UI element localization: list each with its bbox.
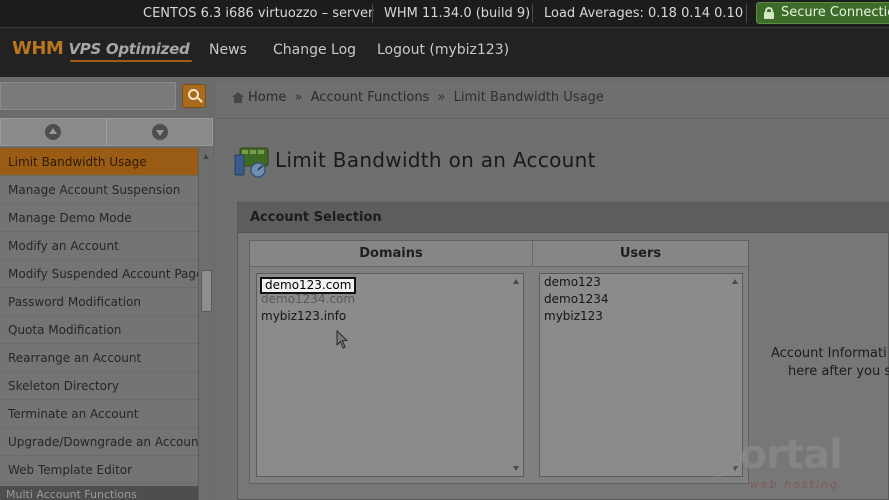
account-information-hint: Account Informati here after you s (771, 345, 889, 381)
account-info-line-1: Account Informati (771, 346, 887, 361)
sidebar-item-password-modification[interactable]: Password Modification (0, 288, 198, 316)
users-column-header: Users (533, 241, 748, 267)
breadcrumb-account-functions[interactable]: Account Functions (311, 90, 430, 105)
account-selection-heading: Account Selection (238, 203, 889, 233)
sidebar-item-terminate-an-account[interactable]: Terminate an Account (0, 400, 198, 428)
sidebar-menu: Limit Bandwidth Usage Manage Account Sus… (0, 148, 198, 500)
logo-whm-text: WHM (12, 38, 64, 59)
breadcrumb-divider (217, 118, 889, 119)
sidebar-item-modify-an-account[interactable]: Modify an Account (0, 232, 198, 260)
domain-option[interactable]: demo1234.com (261, 291, 355, 308)
home-icon[interactable] (232, 92, 244, 103)
domains-listbox[interactable]: demo123.com demo1234.com mybiz123.info (256, 273, 524, 477)
breadcrumb-separator: » (437, 90, 446, 105)
lock-icon (764, 7, 774, 19)
scroll-up-arrow-icon[interactable] (513, 279, 519, 284)
user-option[interactable]: demo1234 (544, 291, 609, 308)
load-averages: Load Averages: 0.18 0.14 0.10 (544, 6, 744, 21)
logo-vps-text: VPS Optimized (68, 40, 190, 58)
bandwidth-icon (234, 147, 269, 178)
user-option[interactable]: demo123 (544, 274, 601, 291)
sidebar-item-limit-bandwidth-usage[interactable]: Limit Bandwidth Usage (0, 148, 198, 176)
domains-scrollbar[interactable] (509, 274, 523, 476)
scroll-up-arrow-icon[interactable] (732, 279, 738, 284)
sidebar-item-manage-demo-mode[interactable]: Manage Demo Mode (0, 204, 198, 232)
whm-version: WHM 11.34.0 (build 9) (384, 6, 531, 21)
server-status-bar: CENTOS 6.3 i686 virtuozzo – server WHM 1… (0, 0, 889, 27)
sidebar-item-modify-suspended-account-page[interactable]: Modify Suspended Account Page (0, 260, 198, 288)
page-title: Limit Bandwidth on an Account (275, 148, 596, 172)
server-info: CENTOS 6.3 i686 virtuozzo – server (143, 6, 374, 21)
scroll-arrow-up-icon[interactable] (203, 154, 209, 159)
scroll-down-arrow-icon[interactable] (513, 466, 519, 471)
breadcrumb-separator: » (294, 90, 303, 105)
sidebar-item-rearrange-an-account[interactable]: Rearrange an Account (0, 344, 198, 372)
top-header: WHM VPS Optimized News Change Log Logout… (0, 27, 889, 77)
sidebar-scroll-controls (0, 118, 213, 146)
status-divider (746, 4, 747, 23)
nav-logout[interactable]: Logout (mybiz123) (377, 28, 509, 76)
sidebar-search (0, 82, 213, 114)
sidebar-item-quota-modification[interactable]: Quota Modification (0, 316, 198, 344)
secure-connection-label: Secure Connection (781, 5, 889, 20)
watermark-sub: web hosting (750, 478, 839, 491)
watermark-brand: portal (712, 432, 843, 478)
sidebar-scroll-thumb[interactable] (201, 270, 212, 312)
breadcrumb: Home » Account Functions » Limit Bandwid… (232, 90, 604, 105)
sidebar-item-manage-account-suspension[interactable]: Manage Account Suspension (0, 176, 198, 204)
sidebar-item-upgrade-downgrade-an-account[interactable]: Upgrade/Downgrade an Account (0, 428, 198, 456)
domains-column-header: Domains (250, 241, 532, 267)
logo-swoosh (70, 60, 192, 62)
status-divider (532, 4, 533, 23)
sidebar-scrollbar[interactable] (198, 148, 213, 500)
status-divider (372, 4, 373, 23)
nav-news[interactable]: News (209, 28, 247, 76)
search-button[interactable] (182, 84, 206, 108)
nav-change-log[interactable]: Change Log (273, 28, 356, 76)
search-input[interactable] (0, 82, 176, 110)
whm-logo[interactable]: WHM VPS Optimized (12, 38, 192, 66)
sidebar-item-web-template-editor[interactable]: Web Template Editor (0, 456, 198, 484)
user-option[interactable]: mybiz123 (544, 308, 603, 325)
sidebar-item-skeleton-directory[interactable]: Skeleton Directory (0, 372, 198, 400)
domain-option[interactable]: mybiz123.info (261, 308, 346, 325)
scroll-up-icon[interactable] (45, 124, 61, 140)
account-selection-table: Domains Users demo123.com demo1234.com m… (249, 240, 749, 484)
breadcrumb-current: Limit Bandwidth Usage (453, 90, 604, 105)
mouse-cursor-icon (336, 330, 349, 349)
sidebar-section-multi-account-functions[interactable]: Multi Account Functions (0, 486, 198, 500)
portal-watermark-logo: portal web hosting (712, 432, 862, 496)
account-info-line-2: here after you s (788, 364, 889, 379)
scroll-down-icon[interactable] (152, 124, 168, 140)
secure-connection-badge[interactable]: Secure Connection (756, 2, 889, 24)
